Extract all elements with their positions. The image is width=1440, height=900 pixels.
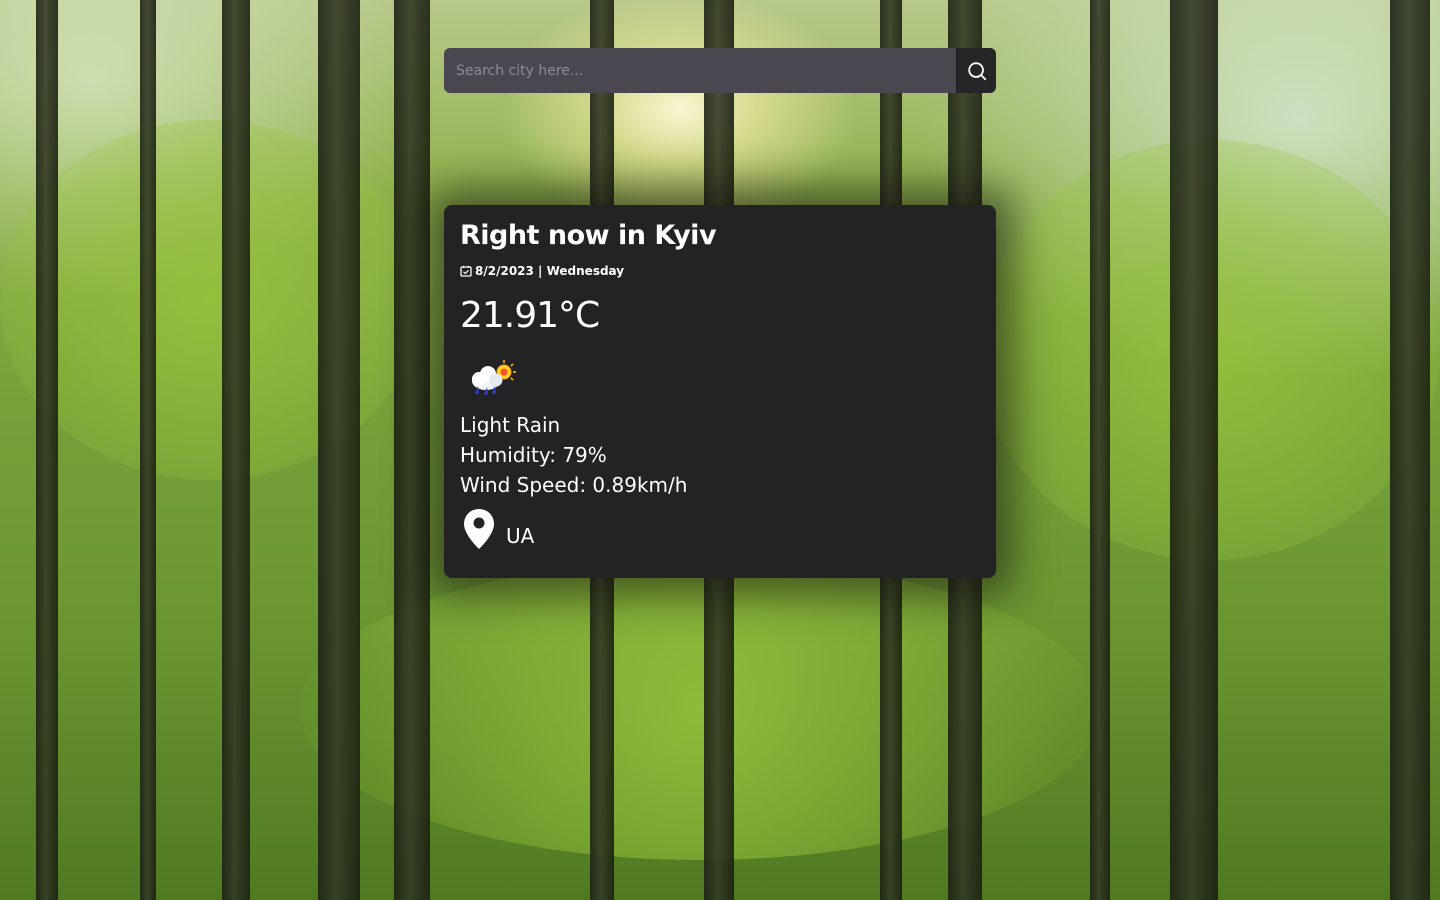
weather-condition: Light Rain [460,413,561,437]
light-rain-icon [472,360,516,396]
location-row: UA [462,508,534,550]
search-icon [967,61,986,80]
tree-trunk [140,0,156,900]
map-pin-icon [464,509,494,549]
weather-card: Right now in Kyiv 8/2/2023 | Wednesday 2… [444,205,996,578]
tree-trunk [1170,0,1218,900]
tree-trunk [36,0,58,900]
calendar-icon [460,265,472,277]
tree-trunk [222,0,250,900]
country-code: UA [506,524,535,548]
search-button[interactable] [956,48,996,93]
humidity-text: Humidity: 79% [460,443,607,467]
tree-trunk [394,0,430,900]
search-bar [444,48,996,93]
wind-speed-text: Wind Speed: 0.89km/h [460,473,688,497]
date-text: 8/2/2023 | Wednesday [475,264,625,278]
tree-trunk [1390,0,1430,900]
weather-title: Right now in Kyiv [460,220,717,251]
tree-trunk [318,0,360,900]
tree-trunk [1090,0,1110,900]
date-row: 8/2/2023 | Wednesday [460,264,624,278]
temperature: 21.91°C [460,295,600,336]
search-input[interactable] [444,48,956,93]
